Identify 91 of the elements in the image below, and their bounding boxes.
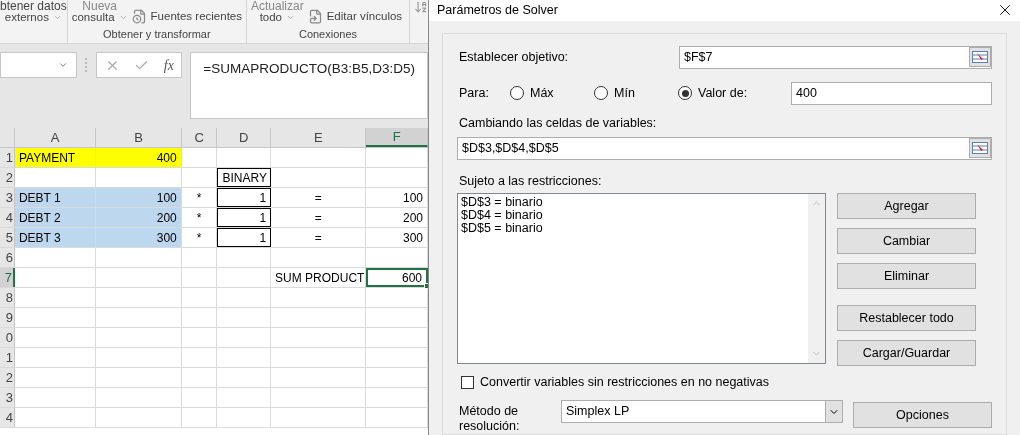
ribbon-command[interactable]: todo (259, 10, 282, 25)
ribbon-command[interactable]: consulta (71, 10, 115, 25)
field-label: Método de resolución: (458, 403, 521, 434)
checkbox-option[interactable]: Convertir variables sin restricciones en no negativas (457, 373, 992, 392)
table-cell: 1 (217, 228, 272, 247)
radio-button[interactable] (510, 86, 524, 101)
row-header[interactable]: 3 (0, 388, 15, 407)
field-label: Cambiando las celdas de variables: (458, 114, 658, 132)
table-cell: * (181, 188, 218, 207)
formula-input[interactable]: =SUMAPRODUCTO(B3:B5,D3:D5) (190, 52, 428, 119)
ribbon-command[interactable]: externos (4, 10, 49, 25)
table-cell: = (271, 208, 367, 227)
dropdown-caret-icon (52, 13, 62, 22)
document-link-icon (307, 9, 323, 24)
table-cell: 300 (96, 228, 182, 247)
field-label: Para: (458, 84, 490, 102)
column-header[interactable]: C (181, 128, 218, 147)
column-header[interactable]: A (14, 128, 97, 147)
row-header[interactable]: 4 (0, 408, 15, 427)
row-header[interactable]: 0 (0, 328, 15, 347)
window-title: Parámetros de Solver (437, 2, 558, 19)
objective-field[interactable]: $F$7 (679, 45, 992, 69)
radio-button[interactable] (678, 86, 692, 101)
table-cell: DEBT 1 (14, 188, 97, 207)
group-label: Conexiones (297, 28, 359, 41)
dialog-button[interactable]: Agregar (837, 193, 976, 220)
row-header[interactable]: 1 (0, 348, 15, 367)
field-label: Establecer objetivo: (458, 48, 570, 66)
scrollbar[interactable] (808, 194, 825, 364)
table-cell: 1 (217, 208, 272, 227)
row-header[interactable]: 2 (0, 368, 15, 387)
column-header[interactable]: B (96, 128, 182, 147)
table-cell: = (271, 228, 367, 247)
constraint-item[interactable]: $D$5 = binario (461, 222, 805, 236)
range-select-icon (972, 51, 988, 64)
constraint-item[interactable]: $D$3 = binario (461, 196, 805, 210)
row-header[interactable]: 8 (0, 288, 15, 307)
table-cell: = (271, 188, 367, 207)
column-header[interactable]: D (217, 128, 272, 147)
range-select-icon (972, 142, 988, 154)
variables-field[interactable]: $D$3,$D$4,$D$5 (457, 136, 992, 160)
table-cell: DEBT 2 (14, 208, 97, 227)
radio-button[interactable] (594, 86, 608, 101)
table-cell: 100 (96, 188, 182, 207)
dropdown-caret-icon (57, 60, 68, 70)
table-cell: DEBT 3 (14, 228, 97, 247)
group-label: Obtener y transformar (102, 28, 212, 41)
dialog-button[interactable]: Restablecer todo (837, 305, 976, 332)
sort-icon[interactable] (414, 0, 428, 14)
radio-option[interactable]: Mín (594, 83, 678, 103)
constraint-item[interactable]: $D$4 = binario (461, 209, 805, 223)
table-cell: 1 (217, 188, 272, 207)
options-button[interactable]: Opciones (853, 402, 992, 428)
value-field[interactable]: 400 (791, 81, 992, 105)
insert-function-button[interactable]: fx (163, 54, 174, 76)
table-cell: * (181, 208, 218, 227)
radio-option[interactable]: Valor de: (678, 83, 791, 103)
checkbox[interactable] (461, 376, 474, 390)
name-box[interactable] (0, 52, 77, 78)
row-header[interactable]: 4 (0, 208, 15, 227)
table-cell: 400 (96, 148, 182, 167)
ribbon-command[interactable]: btener datos (0, 0, 67, 10)
field-label: Sujeto a las restricciones: (458, 172, 603, 190)
ribbon-command[interactable]: Fuentes recientes (150, 9, 242, 24)
row-header[interactable]: 7 (0, 268, 15, 287)
range-picker-button[interactable] (969, 138, 991, 158)
dropdown-caret-icon (286, 13, 295, 22)
ribbon-command[interactable]: Editar vínculos (326, 9, 403, 24)
table-cell: 600 (366, 268, 428, 287)
drag-handle-icon[interactable] (84, 58, 89, 72)
column-header[interactable]: F (366, 128, 428, 147)
dialog-button[interactable]: Eliminar (837, 263, 976, 290)
row-header[interactable]: 9 (0, 308, 15, 327)
document-clock-icon (131, 9, 147, 24)
row-header[interactable]: 1 (0, 148, 15, 167)
table-cell: * (181, 228, 218, 247)
table-cell: PAYMENT (14, 148, 97, 167)
table-cell: BINARY (217, 168, 272, 187)
table-cell: 200 (96, 208, 182, 227)
table-cell: SUM PRODUCT (271, 268, 367, 287)
row-header[interactable]: 5 (0, 228, 15, 247)
range-picker-button[interactable] (969, 47, 991, 68)
row-header[interactable]: 3 (0, 188, 15, 207)
radio-option[interactable]: Máx (510, 83, 594, 103)
constraints-list[interactable]: $D$3 = binario $D$4 = binario $D$5 = binario (457, 193, 826, 365)
method-dropdown[interactable]: Simplex LP (561, 400, 843, 423)
row-header[interactable]: 6 (0, 248, 15, 267)
dialog-button[interactable]: Cambiar (837, 228, 976, 255)
row-header[interactable]: 2 (0, 168, 15, 187)
dropdown-caret-icon (118, 13, 128, 22)
dialog-button[interactable]: Cargar/Guardar (837, 340, 976, 367)
